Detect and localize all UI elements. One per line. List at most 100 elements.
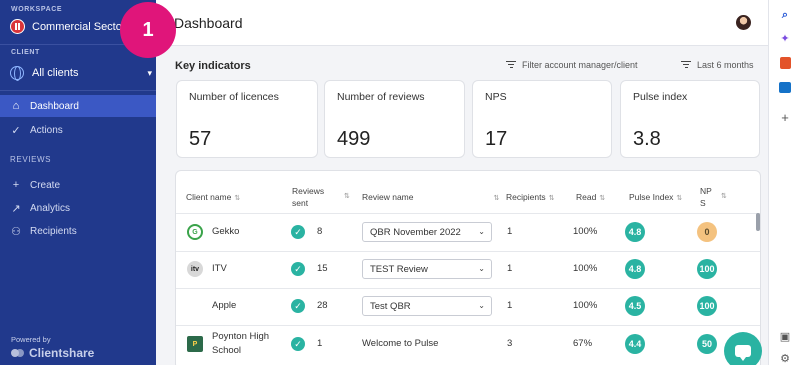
nav-item-actions[interactable]: ✓ Actions — [0, 119, 156, 141]
kpi-label: Pulse index — [633, 91, 688, 103]
kpi-label: Number of licences — [189, 91, 279, 103]
reviews-sent: 28 — [317, 300, 328, 311]
th-review-name[interactable]: Review name ⇅ — [362, 191, 499, 205]
client-name-line2: School — [212, 345, 242, 356]
read-percent: 100% — [573, 226, 598, 237]
nav-label: Recipients — [30, 225, 77, 237]
search-icon[interactable]: ⌕ — [778, 8, 792, 22]
step-badge: 1 — [120, 2, 176, 58]
review-select-value: TEST Review — [370, 263, 428, 275]
review-select[interactable]: TEST Review ⌄ — [362, 259, 492, 279]
client-logo-icon: P — [187, 336, 203, 352]
chat-button[interactable] — [724, 332, 762, 365]
sidebar-divider — [0, 90, 156, 91]
review-select[interactable]: Test QBR ⌄ — [362, 296, 492, 316]
check-icon: ✓ — [291, 299, 305, 313]
avatar[interactable] — [736, 15, 751, 30]
filter-icon — [506, 61, 516, 69]
check-icon: ✓ — [291, 262, 305, 276]
nps-badge: 100 — [697, 296, 717, 316]
sparkle-icon[interactable]: ✦ — [778, 32, 792, 46]
th-recipients[interactable]: Recipients ⇅ — [506, 191, 555, 205]
top-header: Dashboard — [156, 0, 768, 46]
filter-icon — [681, 61, 691, 69]
recipients-count: 1 — [507, 263, 513, 274]
reviews-section-label: REVIEWS — [10, 155, 52, 164]
nav-item-create[interactable]: + Create — [0, 174, 156, 196]
client-name-line1: Poynton High — [212, 331, 270, 342]
kpi-value: 57 — [189, 128, 212, 150]
sidebar-toggle-icon[interactable]: ▣ — [778, 330, 792, 344]
client-selected: All clients — [32, 67, 79, 79]
office-icon[interactable] — [778, 56, 792, 70]
nav-item-recipients[interactable]: ⚇ Recipients — [0, 220, 156, 242]
pulse-badge: 4.8 — [625, 259, 645, 279]
sort-icon: ⇅ — [234, 195, 241, 202]
outlook-icon[interactable] — [778, 81, 792, 95]
chevron-down-icon: ⌄ — [478, 301, 485, 310]
chevron-down-icon: ⌄ — [478, 264, 485, 273]
sort-icon: ⇅ — [599, 195, 606, 202]
sort-icon: ⇅ — [493, 195, 500, 202]
th-label: Review name — [362, 192, 414, 202]
check-icon: ✓ — [291, 225, 305, 239]
powered-by-label: Powered by — [11, 335, 51, 344]
th-label: Read — [576, 192, 597, 202]
nps-badge: 50 — [697, 334, 717, 354]
kpi-card-pulse-index: Pulse index 3.8 — [620, 80, 760, 158]
th-label: Pulse Index — [629, 192, 674, 202]
nav-label: Actions — [30, 124, 63, 136]
plus-icon: + — [12, 179, 20, 191]
sort-icon[interactable]: ⇅ — [344, 191, 350, 203]
th-label: Client name — [186, 192, 232, 202]
th-nps[interactable]: NP S — [700, 185, 712, 209]
apple-logo-icon — [187, 298, 203, 314]
nav-item-dashboard[interactable]: ⌂ Dashboard — [0, 95, 156, 117]
workspace-name: Commercial Sector — [32, 20, 126, 33]
read-percent: 67% — [573, 338, 593, 349]
reviews-sent: 8 — [317, 226, 323, 237]
table-scrollbar[interactable] — [756, 213, 760, 231]
th-read[interactable]: Read ⇅ — [576, 191, 605, 205]
checkmark-icon: ✓ — [11, 124, 21, 137]
sidebar: WORKSPACE Commercial Sector CLIENT All c… — [0, 0, 156, 365]
workspace-selector[interactable]: Commercial Sector — [10, 19, 126, 34]
settings-icon[interactable]: ⚙ — [778, 352, 792, 365]
th-client-name[interactable]: Client name ⇅ — [186, 191, 240, 205]
period-filter-button[interactable]: Last 6 months — [681, 60, 754, 70]
workspace-label: WORKSPACE — [11, 6, 63, 13]
review-select-value: Test QBR — [370, 300, 411, 312]
client-selector[interactable]: All clients ▾ — [10, 66, 152, 81]
sort-icon[interactable]: ⇅ — [721, 191, 727, 203]
kpi-value: 3.8 — [633, 128, 661, 150]
chevron-down-icon: ⌄ — [478, 227, 485, 236]
filter-account-button[interactable]: Filter account manager/client — [506, 60, 638, 70]
th-label: S — [700, 198, 706, 208]
client-logo-icon: itv — [187, 261, 203, 277]
reviews-sent: 15 — [317, 263, 328, 274]
globe-icon — [10, 66, 24, 81]
sort-icon: ⇅ — [548, 195, 555, 202]
row-divider — [176, 325, 760, 326]
th-label: Recipients — [506, 192, 546, 202]
period-label: Last 6 months — [697, 60, 754, 70]
filter-label: Filter account manager/client — [522, 60, 638, 70]
nav-label: Dashboard — [30, 100, 79, 112]
th-label: Reviews — [292, 186, 325, 196]
th-pulse-index[interactable]: Pulse Index ⇅ — [629, 191, 682, 205]
add-icon[interactable]: + — [778, 111, 792, 125]
row-divider — [176, 251, 760, 252]
review-select-value: QBR November 2022 — [370, 226, 461, 238]
client-logo-icon: G — [187, 224, 203, 240]
client-name: Gekko — [212, 226, 240, 237]
home-icon: ⌂ — [12, 100, 20, 112]
kpi-label: NPS — [485, 91, 507, 103]
kpi-card-reviews: Number of reviews 499 — [324, 80, 465, 158]
nav-item-analytics[interactable]: ↗ Analytics — [0, 197, 156, 219]
th-reviews-sent[interactable]: Reviews sent — [292, 185, 324, 209]
row-divider — [176, 288, 760, 289]
workspace-logo-icon — [10, 19, 25, 34]
review-select[interactable]: QBR November 2022 ⌄ — [362, 222, 492, 242]
client-name: ITV — [212, 263, 227, 274]
nav-label: Create — [30, 179, 61, 191]
